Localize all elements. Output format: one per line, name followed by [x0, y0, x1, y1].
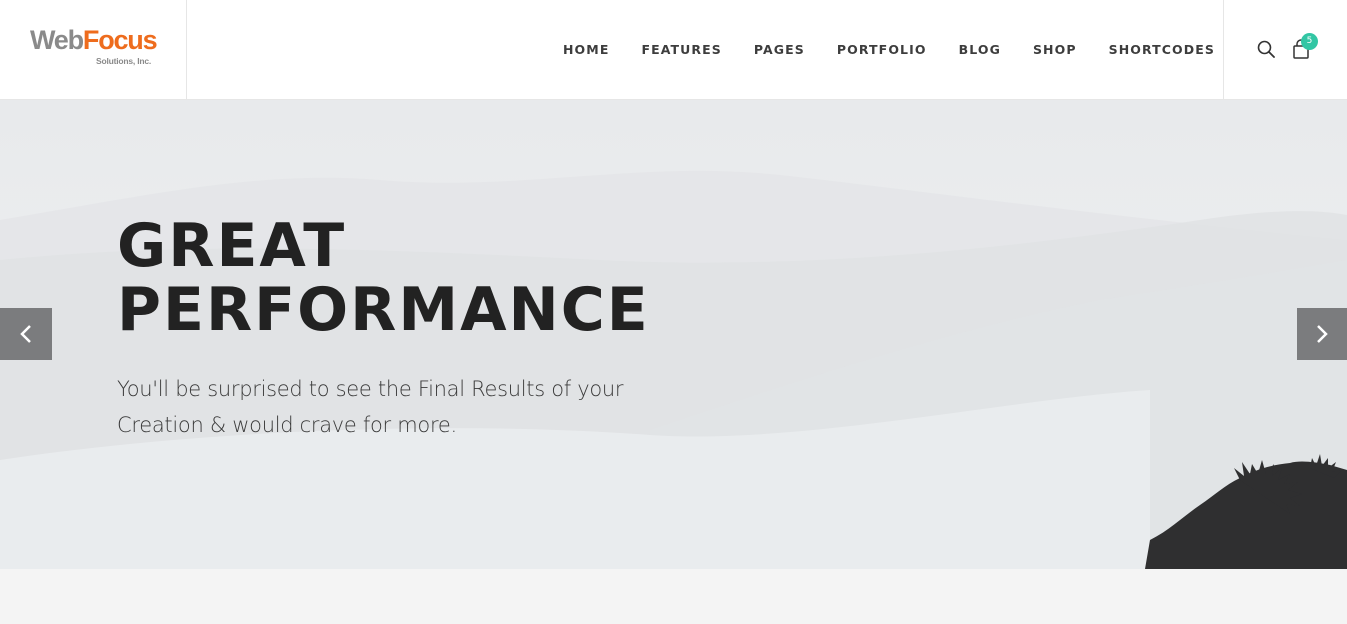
search-icon[interactable]: [1257, 40, 1275, 58]
hero-subtitle-line-1: You'll be surprised to see the Final Res…: [117, 377, 624, 401]
nav-item-portfolio[interactable]: PORTFOLIO: [837, 42, 927, 57]
logo-web-text: Web: [30, 25, 84, 55]
nav-item-pages[interactable]: PAGES: [754, 42, 805, 57]
logo-tagline: Solutions, Inc.: [96, 56, 152, 66]
hero-subtitle: You'll be surprised to see the Final Res…: [117, 371, 677, 443]
logo-focus-text: Focus: [82, 25, 158, 55]
cart-count-badge: 5: [1301, 33, 1318, 50]
hero-title-line-1: GREAT: [117, 211, 347, 281]
logo-wordmark: WebFocus: [30, 25, 158, 55]
nav-item-shortcodes[interactable]: SHORTCODES: [1109, 42, 1215, 57]
slider-prev-button[interactable]: [0, 308, 52, 360]
hero-subtitle-line-2: Creation & would crave for more.: [117, 413, 457, 437]
header-divider: [1223, 0, 1224, 99]
main-nav: HOME FEATURES PAGES PORTFOLIO BLOG SHOP …: [563, 0, 1215, 99]
logo[interactable]: WebFocus Solutions, Inc.: [0, 0, 187, 99]
nav-item-features[interactable]: FEATURES: [641, 42, 721, 57]
chevron-left-icon: [20, 325, 31, 343]
hero-title-line-2: PERFORMANCE: [117, 275, 650, 345]
slider-next-button[interactable]: [1297, 308, 1347, 360]
hero-title: GREAT PERFORMANCE: [117, 214, 650, 342]
nav-item-blog[interactable]: BLOG: [959, 42, 1001, 57]
nav-item-home[interactable]: HOME: [563, 42, 609, 57]
next-section: [0, 569, 1347, 624]
chevron-right-icon: [1317, 325, 1328, 343]
hero-slider: GREAT PERFORMANCE You'll be surprised to…: [0, 100, 1347, 569]
nav-item-shop[interactable]: SHOP: [1033, 42, 1077, 57]
site-header: WebFocus Solutions, Inc. HOME FEATURES P…: [0, 0, 1347, 100]
